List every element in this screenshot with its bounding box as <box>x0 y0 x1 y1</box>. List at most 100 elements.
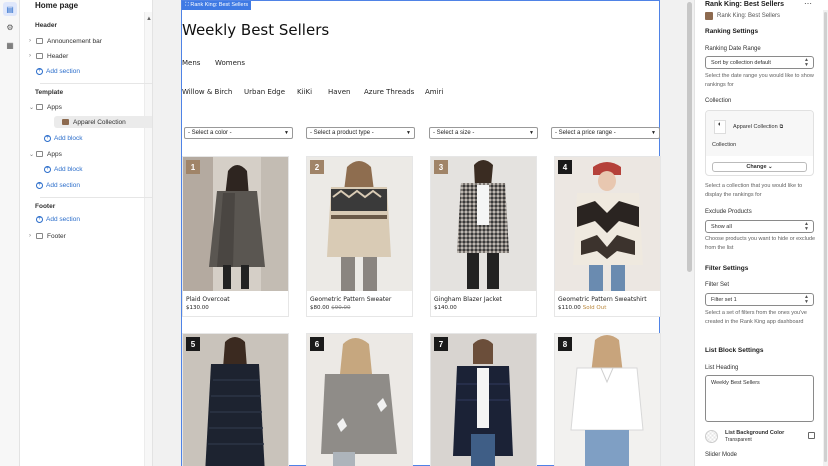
list-heading-label: List Heading <box>705 365 739 371</box>
product-image[interactable] <box>307 157 412 291</box>
product-card[interactable]: 5 <box>182 333 289 466</box>
chevron-right-icon[interactable]: › <box>29 53 36 59</box>
list-heading-input[interactable]: Weekly Best Sellers <box>705 375 814 422</box>
change-collection-button[interactable]: Change ⌄ <box>712 162 807 172</box>
product-name[interactable]: Plaid Overcoat <box>186 296 230 303</box>
tree-item-label: Apps <box>47 150 62 158</box>
add-section-label: Add section <box>46 182 80 189</box>
chevron-down-icon: ▼ <box>284 130 289 136</box>
settings-icon[interactable]: ⚙ <box>3 20 17 34</box>
product-card[interactable]: 1 Plaid Overcoat $130.00 <box>182 156 289 317</box>
list-background-color-setting[interactable]: List Background Color Transparent <box>705 429 817 445</box>
chevron-down-icon[interactable]: ⌄ <box>29 104 36 111</box>
add-block-button[interactable]: + Add block <box>44 135 83 142</box>
rank-badge: 7 <box>434 337 448 351</box>
product-image[interactable] <box>183 334 288 466</box>
icon-rail: ▤ ⚙ ▦ <box>0 0 20 466</box>
sidebar-scrollbar[interactable]: ▲ <box>144 12 152 466</box>
product-image[interactable] <box>555 334 660 466</box>
scroll-up-icon[interactable]: ▲ <box>146 16 152 22</box>
product-name[interactable]: Geometric Pattern Sweater <box>310 296 391 303</box>
price-range-filter-select[interactable]: - Select a price range - ▼ <box>551 127 660 139</box>
collection-label: Collection <box>705 98 732 104</box>
product-name[interactable]: Geometric Pattern Sweatshirt <box>558 296 647 303</box>
filter-set-select[interactable]: Filter set 1 ▲ ▼ <box>705 293 814 306</box>
select-arrows-icon: ▲ ▼ <box>804 221 809 232</box>
app-icon <box>705 12 713 20</box>
panel-title: Rank King: Best Sellers <box>705 1 784 8</box>
product-price: $80.00 $90.00 <box>310 305 351 311</box>
add-section-button[interactable]: + Add section <box>36 216 80 223</box>
product-card[interactable]: 3 Gingham Blazer Jacket $140.00 <box>430 156 537 317</box>
external-link-icon[interactable]: ⧉ <box>780 124 784 130</box>
selected-block-label: Rank King: Best Sellers <box>190 2 249 8</box>
exclude-products-select[interactable]: Show all ▲ ▼ <box>705 220 814 233</box>
clear-color-icon[interactable] <box>808 432 815 439</box>
more-options-icon[interactable]: ⋯ <box>804 0 812 8</box>
preview-page[interactable]: ⛶ Rank King: Best Sellers Weekly Best Se… <box>181 0 661 466</box>
tree-item-header[interactable]: › Header <box>29 50 68 62</box>
product-card[interactable]: 6 <box>306 333 413 466</box>
tree-item-label: Apparel Collection <box>73 118 126 126</box>
tree-item-footer[interactable]: › Footer <box>29 230 66 242</box>
chevron-down-icon[interactable]: ⌄ <box>29 151 36 158</box>
category-tab-womens[interactable]: Womens <box>215 59 245 67</box>
product-image[interactable] <box>555 157 660 291</box>
template-group-title: Template <box>35 89 64 96</box>
product-image[interactable] <box>183 157 288 291</box>
select-value: Sort by collection default <box>711 60 771 66</box>
tree-item-announcement-bar[interactable]: › Announcement bar <box>29 35 102 47</box>
product-card[interactable]: 7 <box>430 333 537 466</box>
chevron-right-icon[interactable]: › <box>29 233 36 239</box>
collection-name[interactable]: Apparel Collection ⧉ <box>733 124 783 130</box>
section-icon <box>36 233 43 239</box>
add-section-button[interactable]: + Add section <box>36 68 80 75</box>
product-name[interactable]: Gingham Blazer Jacket <box>434 296 502 303</box>
product-image[interactable] <box>431 157 536 291</box>
product-image[interactable] <box>431 334 536 466</box>
tree-item-apparel-collection[interactable]: Apparel Collection <box>54 116 152 128</box>
apps-icon[interactable]: ▦ <box>3 38 17 52</box>
app-block-icon <box>62 119 69 125</box>
plus-circle-icon: + <box>44 135 51 142</box>
rank-badge: 8 <box>558 337 572 351</box>
collection-picker: ◐ Apparel Collection ⧉ Collection Change … <box>705 110 814 176</box>
rank-badge: 2 <box>310 160 324 174</box>
product-card[interactable]: 2 Geometric Pattern Sweater $80.00 $90.00 <box>306 156 413 317</box>
scroll-thumb[interactable] <box>824 12 827 462</box>
brand-tab[interactable]: Urban Edge <box>244 88 285 96</box>
chevron-right-icon[interactable]: › <box>29 38 36 44</box>
sections-icon[interactable]: ▤ <box>3 2 17 16</box>
section-icon <box>36 53 43 59</box>
add-block-button[interactable]: + Add block <box>44 166 83 173</box>
exclude-products-label: Exclude Products <box>705 209 752 215</box>
add-section-button[interactable]: + Add section <box>36 182 80 189</box>
page-title: Home page <box>35 1 79 10</box>
select-value: Show all <box>711 224 732 230</box>
color-filter-select[interactable]: - Select a color - ▼ <box>184 127 293 139</box>
tree-item-apps[interactable]: ⌄ Apps <box>29 101 62 113</box>
ranking-date-range-select[interactable]: Sort by collection default ▲ ▼ <box>705 56 814 69</box>
filter-value: - Select a size - <box>433 130 475 136</box>
color-swatch[interactable] <box>705 430 718 443</box>
tree-item-apps[interactable]: ⌄ Apps <box>29 148 62 160</box>
rank-badge: 6 <box>310 337 324 351</box>
selected-block-badge: ⛶ Rank King: Best Sellers <box>182 1 252 10</box>
brand-tab[interactable]: KiiKi <box>297 88 312 96</box>
brand-tab[interactable]: Willow & Birch <box>182 88 232 96</box>
chevron-down-icon: ▼ <box>651 130 656 136</box>
product-type-filter-select[interactable]: - Select a product type - ▼ <box>306 127 415 139</box>
size-filter-select[interactable]: - Select a size - ▼ <box>429 127 538 139</box>
brand-tab[interactable]: Haven <box>328 88 350 96</box>
section-icon <box>36 38 43 44</box>
product-card[interactable]: 8 <box>554 333 661 466</box>
product-card[interactable]: 4 Geometric Pattern Sweatshirt $110.00 So… <box>554 156 661 317</box>
preview-scrollbar[interactable] <box>685 0 694 466</box>
brand-tab[interactable]: Azure Threads <box>364 88 414 96</box>
category-tab-mens[interactable]: Mens <box>182 59 200 67</box>
scroll-thumb[interactable] <box>687 2 692 272</box>
product-image[interactable] <box>307 334 412 466</box>
panel-scrollbar[interactable] <box>823 10 828 466</box>
brand-tab[interactable]: Amiri <box>425 88 443 96</box>
filter-value: - Select a price range - <box>555 130 616 136</box>
